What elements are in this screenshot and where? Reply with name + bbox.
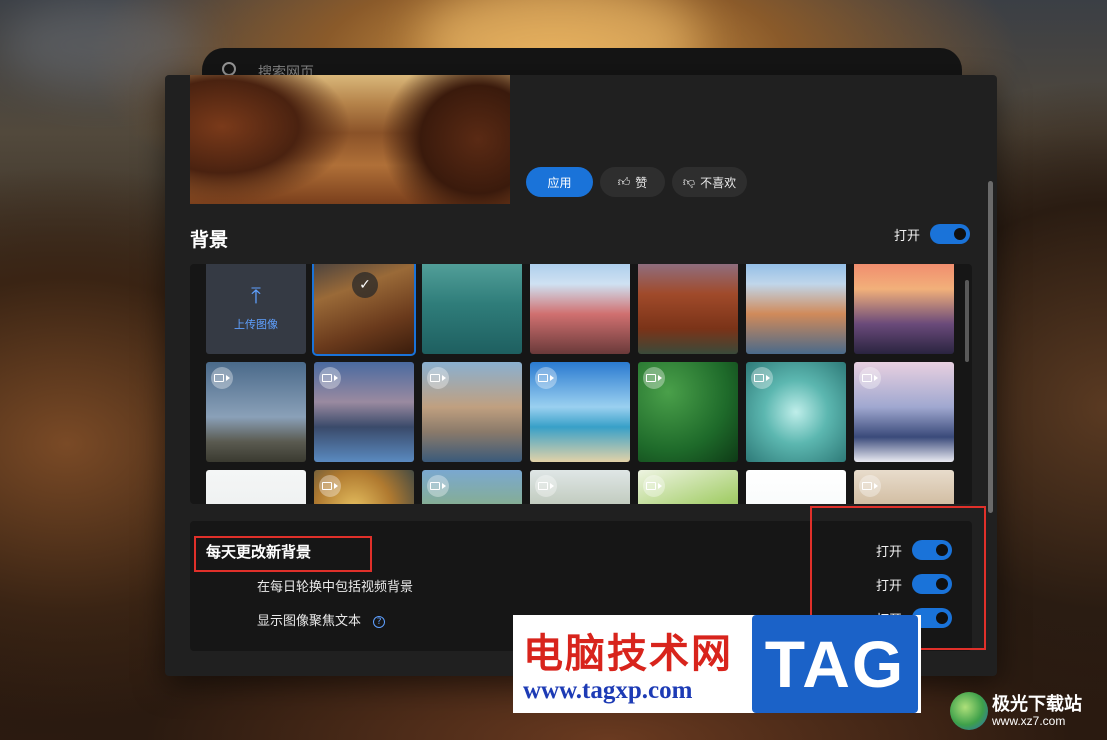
background-toggle-row[interactable]: 打开 <box>894 224 971 244</box>
background-thumbnail-forest-aerial[interactable] <box>638 362 738 462</box>
background-thumbnail-coral-reef[interactable] <box>314 470 414 504</box>
watermark-url: www.tagxp.com <box>523 677 693 704</box>
upload-image-button[interactable]: ⤒ 上传图像 <box>206 264 306 354</box>
video-camera-icon <box>427 367 449 389</box>
background-thumbnail-sand-dunes[interactable] <box>854 470 954 504</box>
background-thumbnail-mountain-dusk[interactable] <box>206 362 306 462</box>
watermark-tag-logo: TAG <box>752 615 918 713</box>
site-logo-icon <box>950 692 988 730</box>
background-thumbnail-city-skyline-water[interactable] <box>314 362 414 462</box>
background-thumbnail-desert-rocks[interactable]: ✓ <box>312 264 416 356</box>
background-grid: ⤒ 上传图像 ✓ <box>206 264 954 504</box>
apply-button[interactable]: 应用 <box>526 167 593 197</box>
like-label: 赞 <box>635 175 648 190</box>
search-icon <box>222 62 236 76</box>
focus-text-row: 显示图像聚焦文本 ? <box>257 610 386 629</box>
dislike-label: 不喜欢 <box>700 175 737 190</box>
watermark-site: 极光下载站 www.xz7.com <box>950 688 1100 734</box>
background-thumbnail-ladybug-leaf[interactable] <box>638 470 738 504</box>
video-camera-icon <box>643 367 665 389</box>
video-camera-icon <box>319 475 341 497</box>
background-thumbnail-green-hills[interactable] <box>422 470 522 504</box>
thumbs-up-icon: 👍︎ <box>617 174 631 189</box>
like-button[interactable]: 👍︎ 赞 <box>600 167 665 197</box>
background-thumbnail-island-village[interactable] <box>422 362 522 462</box>
site-name: 极光下载站 <box>992 694 1082 714</box>
background-thumbnail-beach-blue-sky[interactable] <box>530 362 630 462</box>
video-camera-icon <box>535 475 557 497</box>
include-video-label: 在每日轮换中包括视频背景 <box>257 580 414 595</box>
background-gallery: ⤒ 上传图像 ✓ <box>190 264 972 504</box>
background-thumbnail-turquoise-sea[interactable] <box>422 264 522 354</box>
upload-label: 上传图像 <box>234 318 278 331</box>
upload-icon: ⤒ <box>251 284 261 309</box>
video-camera-icon <box>211 367 233 389</box>
background-toggle-label: 打开 <box>894 228 921 244</box>
current-background-preview <box>190 75 510 204</box>
apply-label: 应用 <box>547 175 572 190</box>
background-thumbnail-pier-sunset[interactable] <box>854 264 954 354</box>
dislike-button[interactable]: 👎︎ 不喜欢 <box>672 167 747 197</box>
background-section-title: 背景 <box>190 229 229 251</box>
panel-scrollbar[interactable] <box>988 181 993 513</box>
video-camera-icon <box>859 475 881 497</box>
checkmark-icon: ✓ <box>352 272 378 298</box>
background-thumbnail-coastal-town[interactable] <box>746 264 846 354</box>
help-icon[interactable]: ? <box>373 615 386 628</box>
highlight-box-label <box>194 536 372 572</box>
video-camera-icon <box>643 475 665 497</box>
video-camera-icon <box>751 367 773 389</box>
background-thumbnail-red-canyon-river[interactable] <box>638 264 738 354</box>
video-camera-icon <box>535 367 557 389</box>
thumbs-down-icon: 👎︎ <box>682 174 696 189</box>
background-thumbnail-santorini-sunset[interactable] <box>854 362 954 462</box>
video-camera-icon <box>859 367 881 389</box>
focus-text-label: 显示图像聚焦文本 <box>257 614 362 629</box>
site-url: www.xz7.com <box>992 714 1066 728</box>
background-thumbnail-misty-valley[interactable] <box>530 470 630 504</box>
gallery-scrollbar[interactable] <box>965 280 969 362</box>
background-thumbnail-mount-fuji-pagoda[interactable] <box>530 264 630 354</box>
background-thumbnail-white-texture[interactable] <box>206 470 306 504</box>
watermark-title: 电脑技术网 <box>523 632 733 676</box>
video-camera-icon <box>319 367 341 389</box>
background-thumbnail-water-droplet[interactable] <box>746 362 846 462</box>
background-toggle[interactable] <box>930 224 971 244</box>
background-thumbnail-white-splash[interactable] <box>746 470 846 504</box>
video-camera-icon <box>427 475 449 497</box>
